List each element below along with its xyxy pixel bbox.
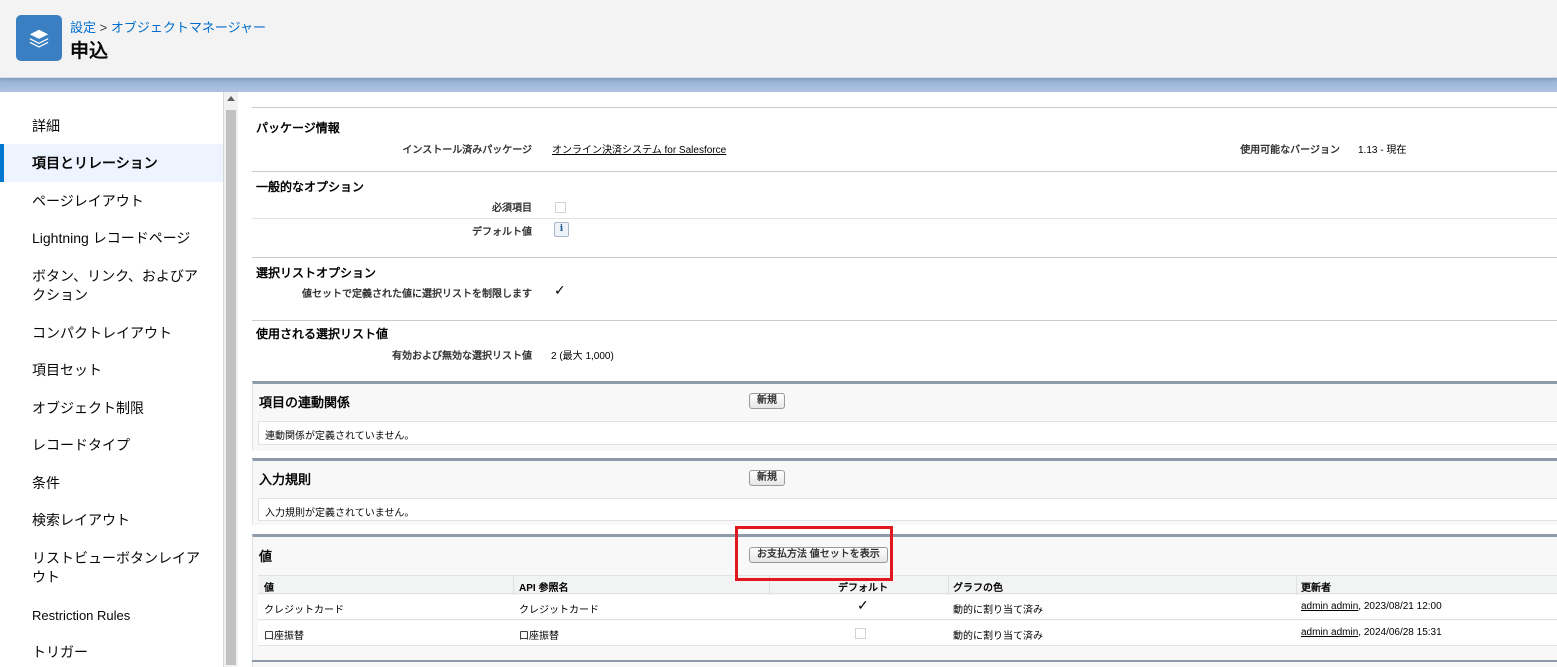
values-block: 値 お支払方法 値セットを表示 値 API 参照名 デフォルト グラフの色 更新… <box>252 534 1557 667</box>
column-header-chart-color[interactable]: グラフの色 <box>953 579 1003 594</box>
divider <box>252 107 1557 108</box>
installed-package-link[interactable]: オンライン決済システム for Salesforce <box>552 141 726 156</box>
available-version-value: 1.13 - 現在 <box>1358 145 1407 156</box>
picklist-count-value: 2 (最大 1,000) <box>551 351 614 362</box>
highlight-box <box>735 526 893 581</box>
breadcrumb-separator: > <box>99 20 108 35</box>
package-section-title: パッケージ情報 <box>256 121 340 135</box>
sidebar-item-record-types[interactable]: レコードタイプ <box>0 436 223 455</box>
sidebar-item-field-sets[interactable]: 項目セット <box>0 361 223 380</box>
field-dependencies-block: 項目の連動関係 新規 連動関係が定義されていません。 <box>252 381 1557 451</box>
decorative-banner <box>0 78 1557 92</box>
scroll-up-arrow-icon[interactable] <box>227 96 235 101</box>
divider <box>252 257 1557 258</box>
breadcrumb-setup[interactable]: 設定 <box>70 20 96 35</box>
row-modified-by: admin admin, 2023/08/21 12:00 <box>1301 601 1442 612</box>
sidebar-item-details[interactable]: 詳細 <box>0 117 223 136</box>
row-default-checkmark-icon: ✓ <box>857 597 869 613</box>
main-content: パッケージ情報 インストール済みパッケージ オンライン決済システム for Sa… <box>238 92 1557 667</box>
column-separator <box>1296 576 1297 595</box>
values-table-header: 値 API 参照名 デフォルト グラフの色 更新者 <box>258 575 1557 595</box>
sidebar-item-search-layouts[interactable]: 検索レイアウト <box>0 511 223 530</box>
checkmark-icon: ✓ <box>554 283 566 299</box>
required-checkbox <box>555 202 566 213</box>
sidebar-item-compact-layouts[interactable]: コンパクトレイアウト <box>0 324 223 343</box>
divider <box>252 660 1557 662</box>
breadcrumb: 設定 > オブジェクトマネージャー <box>70 17 266 36</box>
sidebar-item-object-limits[interactable]: オブジェクト制限 <box>0 399 223 418</box>
column-header-value[interactable]: 値 <box>264 579 274 594</box>
installed-package-label: インストール済みパッケージ <box>402 145 532 156</box>
sidebar-item-triggers[interactable]: トリガー <box>0 643 223 662</box>
divider <box>252 171 1557 172</box>
modified-by-user-link[interactable]: admin admin <box>1301 627 1358 638</box>
restrict-picklist-label: 値セットで定義された値に選択リストを制限します <box>302 289 532 300</box>
row-modified-by: admin admin, 2024/06/28 15:31 <box>1301 627 1442 638</box>
sidebar-item-page-layouts[interactable]: ページレイアウト <box>0 192 223 211</box>
row-api-name: 口座振替 <box>519 631 559 642</box>
new-validation-rule-button[interactable]: 新規 <box>749 470 785 486</box>
column-separator <box>948 576 949 595</box>
table-row: 口座振替 口座振替 動的に割り当て済み admin admin, 2024/06… <box>258 621 1557 646</box>
dependencies-empty-message: 連動関係が定義されていません。 <box>258 421 1557 445</box>
sidebar-item-conditions[interactable]: 条件 <box>0 474 223 493</box>
sidebar-item-fields-relationships[interactable]: 項目とリレーション <box>0 144 223 182</box>
picklist-count-label: 有効および無効な選択リスト値 <box>392 351 532 362</box>
row-chart-color: 動的に割り当て済み <box>953 605 1043 616</box>
required-label: 必須項目 <box>492 203 532 214</box>
general-section-title: 一般的なオプション <box>256 180 365 194</box>
default-value-label: デフォルト値 <box>472 227 532 238</box>
available-version-label: 使用可能なバージョン <box>1240 145 1340 156</box>
table-row: クレジットカード クレジットカード ✓ 動的に割り当て済み admin admi… <box>258 595 1557 620</box>
breadcrumb-object-manager[interactable]: オブジェクトマネージャー <box>111 20 266 35</box>
row-value: クレジットカード <box>264 605 344 616</box>
sidebar-scrollbar[interactable] <box>223 92 238 667</box>
column-header-default[interactable]: デフォルト <box>838 579 888 594</box>
sidebar-item-lightning-record-pages[interactable]: Lightning レコードページ <box>0 229 223 248</box>
row-api-name: クレジットカード <box>519 605 599 616</box>
picklist-values-title: 使用される選択リスト値 <box>256 327 389 341</box>
sidebar-item-list-view-button-layout[interactable]: リストビューボタンレイアウト <box>0 549 200 587</box>
divider <box>252 320 1557 321</box>
page-header: 設定 > オブジェクトマネージャー 申込 <box>0 0 1557 78</box>
scrollbar-thumb[interactable] <box>226 110 236 665</box>
info-icon[interactable]: i <box>554 222 569 237</box>
row-value: 口座振替 <box>264 631 304 642</box>
modified-date: , 2023/08/21 12:00 <box>1358 601 1442 612</box>
modified-date: , 2024/06/28 15:31 <box>1358 627 1442 638</box>
row-chart-color: 動的に割り当て済み <box>953 631 1043 642</box>
layers-icon <box>16 15 62 61</box>
sidebar-item-restriction-rules[interactable]: Restriction Rules <box>0 606 223 625</box>
object-sidebar: 詳細 項目とリレーション ページレイアウト Lightning レコードページ … <box>0 92 223 667</box>
picklist-options-title: 選択リストオプション <box>256 266 377 280</box>
page-title: 申込 <box>70 41 109 62</box>
row-default-checkbox <box>855 628 866 639</box>
sidebar-item-buttons-links-actions[interactable]: ボタン、リンク、およびアクション <box>0 267 200 305</box>
validation-rules-title: 入力規則 <box>259 472 312 487</box>
validation-rules-block: 入力規則 新規 入力規則が定義されていません。 <box>252 458 1557 525</box>
modified-by-user-link[interactable]: admin admin <box>1301 601 1358 612</box>
validation-empty-message: 入力規則が定義されていません。 <box>258 498 1557 521</box>
column-separator <box>513 576 514 595</box>
new-dependency-button[interactable]: 新規 <box>749 393 785 409</box>
column-header-modified-by[interactable]: 更新者 <box>1301 579 1331 594</box>
field-dependencies-title: 項目の連動関係 <box>259 395 351 410</box>
values-title: 値 <box>259 549 273 564</box>
column-header-api-name[interactable]: API 参照名 <box>519 579 568 594</box>
divider <box>252 218 1557 219</box>
